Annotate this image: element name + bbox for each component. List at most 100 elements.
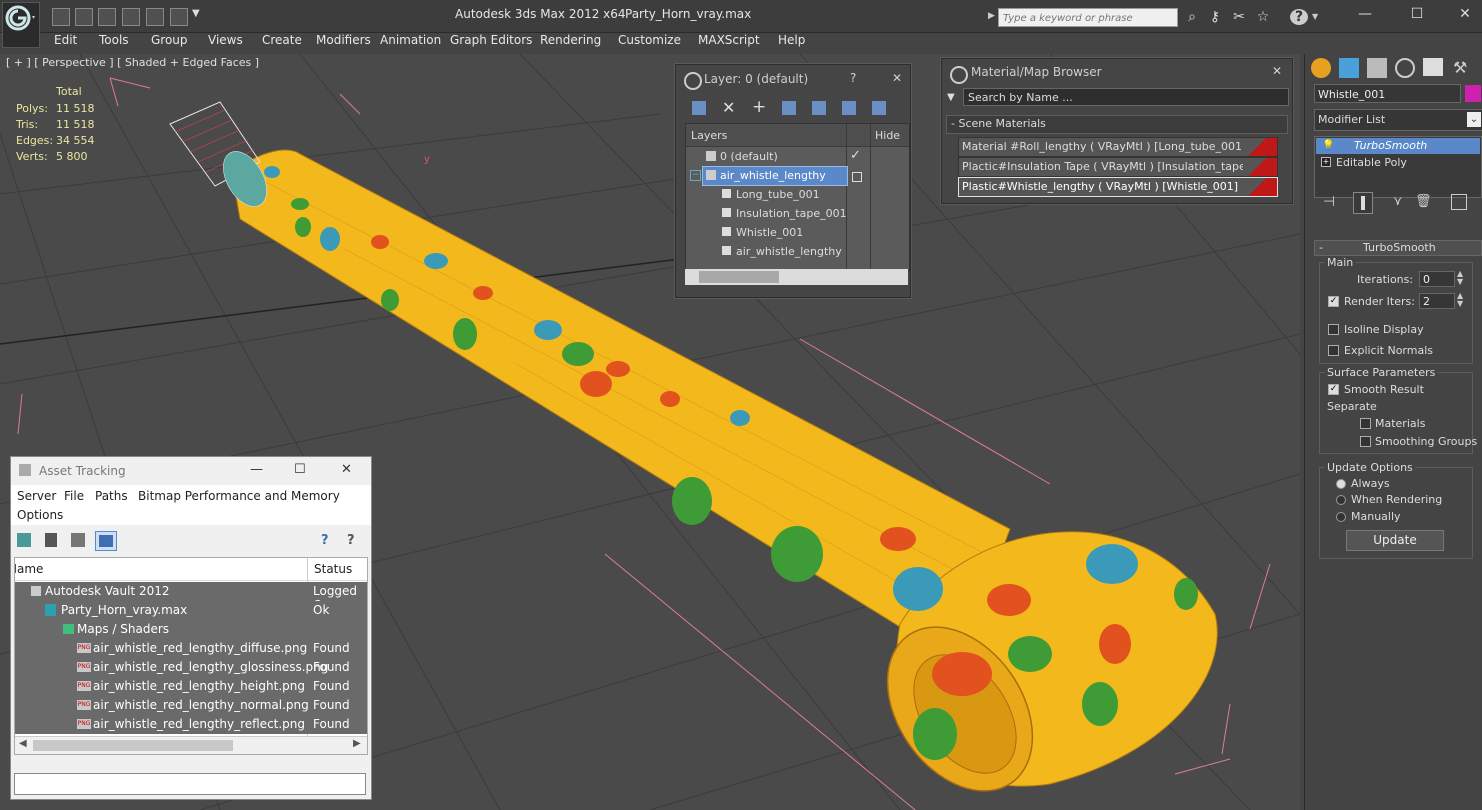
menu-customize[interactable]: Customize [618, 33, 681, 47]
render-iters-spinner[interactable]: 2 [1419, 293, 1455, 309]
select-in-layer-icon[interactable] [782, 101, 796, 115]
object-color-swatch[interactable] [1465, 85, 1481, 102]
scrollbar-thumb[interactable] [33, 740, 233, 751]
star-icon[interactable]: ☆ [1255, 9, 1271, 25]
redo-icon[interactable] [122, 8, 140, 26]
table-row[interactable]: PNG air_whistle_red_lengthy_height.png F… [15, 677, 367, 696]
help-dropdown-icon[interactable]: ▼ [1312, 12, 1318, 21]
layer-dialog-help-button[interactable]: ? [850, 71, 856, 85]
table-row[interactable]: Autodesk Vault 2012 Logged O [15, 582, 367, 612]
menu-views[interactable]: Views [208, 33, 243, 47]
asset-menu-server[interactable]: Server [17, 489, 56, 503]
stack-item-editable-poly[interactable]: + Editable Poly [1316, 155, 1480, 171]
menu-rendering[interactable]: Rendering [540, 33, 601, 47]
menu-edit[interactable]: Edit [54, 33, 77, 47]
layer-row[interactable]: 0 (default) [686, 147, 846, 166]
turbosmooth-rollout-header[interactable]: - TurboSmooth [1314, 240, 1482, 256]
hide-all-icon[interactable] [842, 101, 856, 115]
asset-path-field[interactable] [14, 773, 366, 795]
add-to-layer-icon[interactable]: + [752, 97, 766, 117]
spinner-arrows-icon[interactable]: ▲ ▼ [1457, 292, 1463, 308]
layer-row[interactable]: − air_whistle_lengthy [686, 166, 848, 186]
menu-help[interactable]: Help [778, 33, 805, 47]
when-rendering-radio[interactable] [1336, 495, 1346, 505]
search-expand-icon[interactable]: ▶ [988, 11, 995, 21]
open-file-icon[interactable] [52, 8, 70, 26]
menu-modifiers[interactable]: Modifiers [316, 33, 371, 47]
delete-layer-icon[interactable]: ✕ [722, 98, 735, 117]
menu-create[interactable]: Create [262, 33, 302, 47]
explicit-normals-checkbox[interactable] [1328, 345, 1339, 356]
highlight-selected-icon[interactable] [812, 101, 826, 115]
list-view-icon[interactable] [45, 533, 57, 547]
material-item[interactable]: Plactic#Insulation Tape ( VRayMtl ) [Ins… [958, 157, 1278, 177]
smoothing-groups-checkbox[interactable] [1360, 436, 1371, 447]
fetch-icon[interactable] [170, 8, 188, 26]
iterations-spinner[interactable]: 0 [1419, 271, 1455, 287]
browser-options-icon[interactable]: ▼ [947, 92, 955, 103]
hold-icon[interactable] [146, 8, 164, 26]
maximize-button[interactable]: ☐ [1404, 4, 1430, 24]
make-unique-icon[interactable]: ⋎ [1393, 194, 1403, 209]
render-iters-checkbox[interactable]: ✓ [1328, 296, 1339, 307]
modify-tab-icon[interactable] [1339, 58, 1359, 78]
set-current-layer-icon[interactable] [852, 172, 862, 182]
menu-tools[interactable]: Tools [99, 33, 129, 47]
status-column-header[interactable]: Status [314, 562, 352, 576]
table-row[interactable]: PNG air_whistle_red_lengthy_glossiness.p… [15, 658, 367, 677]
save-file-icon[interactable] [75, 8, 93, 26]
menu-graph-editors[interactable]: Graph Editors [450, 33, 532, 47]
utilities-tab-icon[interactable]: ⚒ [1453, 58, 1467, 77]
menu-group[interactable]: Group [151, 33, 188, 47]
modifier-list-dropdown[interactable]: Modifier List ⌄ [1314, 109, 1482, 131]
layer-horizontal-scrollbar[interactable] [685, 269, 908, 285]
freeze-all-icon[interactable] [872, 101, 886, 115]
scroll-left-icon[interactable]: ◀ [19, 738, 27, 749]
table-row[interactable]: PNG air_whistle_red_lengthy_reflect.png … [15, 715, 367, 734]
remove-modifier-icon[interactable]: 🗑 [1415, 194, 1432, 209]
scroll-right-icon[interactable]: ▶ [353, 738, 361, 749]
scrollbar-thumb[interactable] [699, 271, 779, 283]
context-help-icon[interactable]: ? [347, 533, 355, 548]
asset-horizontal-scrollbar[interactable]: ◀ ▶ [15, 736, 367, 754]
hide-column-header[interactable]: Hide [875, 129, 900, 142]
spinner-arrows-icon[interactable]: ▲ ▼ [1457, 270, 1463, 286]
close-button[interactable]: ✕ [1452, 4, 1478, 24]
table-row[interactable]: Maps / Shaders [15, 620, 367, 639]
binoculars-icon[interactable]: ⌕ [1184, 9, 1200, 25]
layer-row[interactable]: Insulation_tape_001 [686, 204, 847, 223]
material-browser-close-button[interactable]: ✕ [1272, 64, 1282, 78]
asset-maximize-button[interactable]: ☐ [294, 462, 306, 477]
quick-access-dropdown-icon[interactable]: ▼ [192, 8, 200, 19]
display-tab-icon[interactable] [1423, 58, 1443, 76]
isoline-display-checkbox[interactable] [1328, 324, 1339, 335]
grid-view-icon[interactable] [95, 531, 117, 551]
expand-icon[interactable]: + [1321, 157, 1331, 167]
asset-menu-file[interactable]: File [64, 489, 84, 503]
layer-row[interactable]: air_whistle_lengthy [686, 242, 846, 261]
lightbulb-icon[interactable]: 💡 [1322, 140, 1334, 151]
refresh-icon[interactable] [17, 533, 31, 547]
material-item[interactable]: Plastic#Whistle_lengthy ( VRayMtl ) [Whi… [958, 177, 1278, 197]
app-logo-button[interactable] [2, 2, 40, 48]
menu-animation[interactable]: Animation [380, 33, 441, 47]
table-row[interactable]: PNG air_whistle_red_lengthy_normal.png F… [15, 696, 367, 715]
object-name-input[interactable]: Whistle_001 [1314, 84, 1461, 103]
stack-item-turbosmooth[interactable]: 💡 TurboSmooth [1316, 138, 1480, 154]
layer-row[interactable]: Whistle_001 [686, 223, 846, 242]
configure-modifier-sets-icon[interactable] [1451, 194, 1467, 210]
asset-menu-bitmap-performance[interactable]: Bitmap Performance and Memory [138, 489, 340, 503]
create-tab-icon[interactable] [1311, 58, 1331, 78]
layer-dialog-close-button[interactable]: ✕ [892, 71, 902, 85]
always-radio[interactable] [1336, 479, 1346, 489]
asset-menu-options[interactable]: Options [17, 508, 63, 522]
help-icon[interactable]: ? [321, 533, 329, 548]
asset-close-button[interactable]: ✕ [341, 462, 352, 477]
materials-checkbox[interactable] [1360, 418, 1371, 429]
layers-column-header[interactable]: Layers [691, 129, 727, 142]
table-row[interactable]: Party_Horn_vray.max Ok [15, 601, 367, 620]
help-icon[interactable]: ? [1290, 9, 1308, 25]
manually-radio[interactable] [1336, 512, 1346, 522]
name-column-header[interactable]: Name [15, 562, 43, 576]
show-end-result-icon[interactable] [1353, 192, 1373, 214]
